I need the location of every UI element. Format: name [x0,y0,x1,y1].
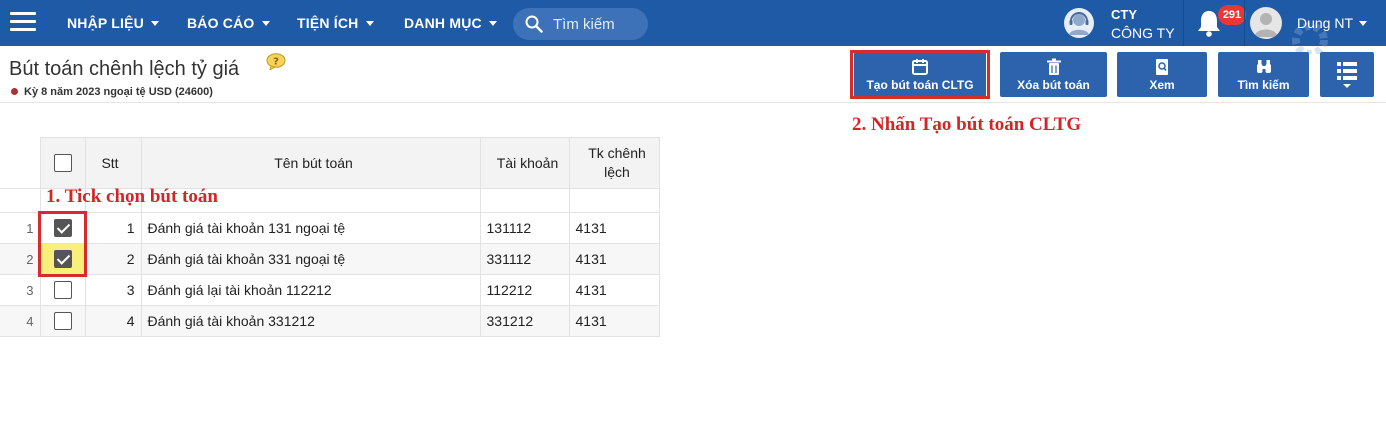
cell-name: Đánh giá lại tài khoản 112212 [140,274,481,306]
menu-label: TIỆN ÍCH [297,15,359,31]
company-code: CTY [1111,7,1137,22]
header-name[interactable]: Tên bút toán [140,137,481,189]
company-selector[interactable]: CTY CÔNG TY [1111,5,1175,43]
journal-entries-grid: Stt Tên bút toán Tài khoản Tk chênh lệch… [0,137,660,337]
notification-badge: 291 [1218,5,1246,25]
chevron-down-icon [365,21,374,26]
row-number: 1 [0,212,41,244]
annotation-step-2: 2. Nhấn Tạo bút toán CLTG [852,114,1082,135]
annotation-step-1: 1. Tick chọn bút toán [46,186,218,207]
status-dot [11,88,18,95]
table-row[interactable]: 1 1 Đánh giá tài khoản 131 ngoại tệ 1311… [0,212,660,244]
table-row[interactable]: 2 2 Đánh giá tài khoản 331 ngoại tệ 3311… [0,243,660,275]
header-stt[interactable]: Stt [84,137,142,189]
table-row[interactable]: 3 3 Đánh giá lại tài khoản 112212 112212… [0,274,660,306]
row-select-cell [39,305,86,337]
hamburger-menu-icon[interactable] [10,12,36,34]
menu-bao-cao[interactable]: BÁO CÁO [187,0,270,46]
menu-tien-ich[interactable]: TIỆN ÍCH [297,0,374,46]
binoculars-icon [1256,60,1271,73]
cell-stt: 2 [84,243,142,275]
trash-icon [1046,58,1061,75]
cell-account: 331112 [479,243,570,275]
find-button[interactable]: Tìm kiếm [1218,52,1309,97]
delete-entry-label: Xóa bút toán [1017,78,1090,92]
menu-danh-muc[interactable]: DANH MỤC [404,0,497,46]
table-header-row: Stt Tên bút toán Tài khoản Tk chênh lệch [0,137,660,189]
cell-account: 112212 [479,274,570,306]
menu-nhap-lieu[interactable]: NHẬP LIỆU [67,0,159,46]
company-name: CÔNG TY [1111,25,1175,41]
chevron-down-icon [488,21,497,26]
corner-cell [0,137,41,189]
select-all-cell [39,137,86,189]
help-icon[interactable]: ? [266,53,286,70]
chevron-down-icon [1359,21,1368,26]
row-checkbox[interactable] [53,312,72,331]
search-box [513,8,648,40]
top-nav-bar: NHẬP LIỆU BÁO CÁO TIỆN ÍCH DANH MỤC CTY … [0,0,1386,54]
cell-diff-account: 4131 [568,305,660,337]
menu-label: DANH MỤC [404,15,482,31]
cell-diff-account: 4131 [568,243,660,275]
cell-diff-account: 4131 [568,212,660,244]
header-divider [0,102,1386,103]
row-checkbox[interactable] [53,281,72,300]
more-options-button[interactable] [1320,52,1374,97]
highlight-frame [850,50,990,99]
user-avatar-icon [1254,13,1278,37]
header-account[interactable]: Tài khoản [479,137,570,189]
menu-label: NHẬP LIỆU [67,15,144,31]
menu-label: BÁO CÁO [187,15,255,31]
entries-table: Stt Tên bút toán Tài khoản Tk chênh lệch… [0,137,660,337]
user-menu[interactable]: Dung NT [1297,0,1368,46]
header-diff-account[interactable]: Tk chênh lệch [568,137,660,189]
divider [1183,0,1184,46]
table-row[interactable]: 4 4 Đánh giá tài khoản 331212 331212 413… [0,305,660,337]
cell-name: Đánh giá tài khoản 331212 [140,305,481,337]
divider [1244,0,1245,46]
row-number: 3 [0,274,41,306]
chevron-down-icon [151,21,159,26]
cell-name: Đánh giá tài khoản 131 ngoại tệ [140,212,481,244]
document-search-icon [1156,59,1168,75]
cell-stt: 1 [84,212,142,244]
period-info: Kỳ 8 năm 2023 ngoại tệ USD (24600) [11,86,213,98]
page-title: Bút toán chênh lệch tỷ giá [9,58,240,80]
avatar[interactable] [1250,7,1282,39]
support-agent-icon[interactable] [1062,6,1096,40]
user-name: Dung NT [1297,15,1354,31]
cell-diff-account: 4131 [568,274,660,306]
list-menu-icon [1337,62,1357,88]
find-label: Tìm kiếm [1237,78,1290,92]
cell-stt: 4 [84,305,142,337]
row-select-cell [39,274,86,306]
filter-cell[interactable] [568,188,660,213]
cell-stt: 3 [84,274,142,306]
view-button[interactable]: Xem [1117,52,1207,97]
row-number: 2 [0,243,41,275]
filter-rownum [0,188,41,213]
row-number: 4 [0,305,41,337]
cell-name: Đánh giá tài khoản 331 ngoại tệ [140,243,481,275]
search-input[interactable] [553,12,643,36]
chevron-down-icon [261,21,270,26]
view-label: Xem [1149,78,1175,92]
filter-cell[interactable] [479,188,570,213]
svg-text:?: ? [273,57,279,68]
highlight-frame [38,211,87,277]
search-icon [525,15,543,33]
cell-account: 331212 [479,305,570,337]
cell-account: 131112 [479,212,570,244]
select-all-checkbox[interactable] [53,154,72,173]
period-label: Kỳ 8 năm 2023 ngoại tệ USD (24600) [24,86,213,98]
delete-entry-button[interactable]: Xóa bút toán [1000,52,1107,97]
